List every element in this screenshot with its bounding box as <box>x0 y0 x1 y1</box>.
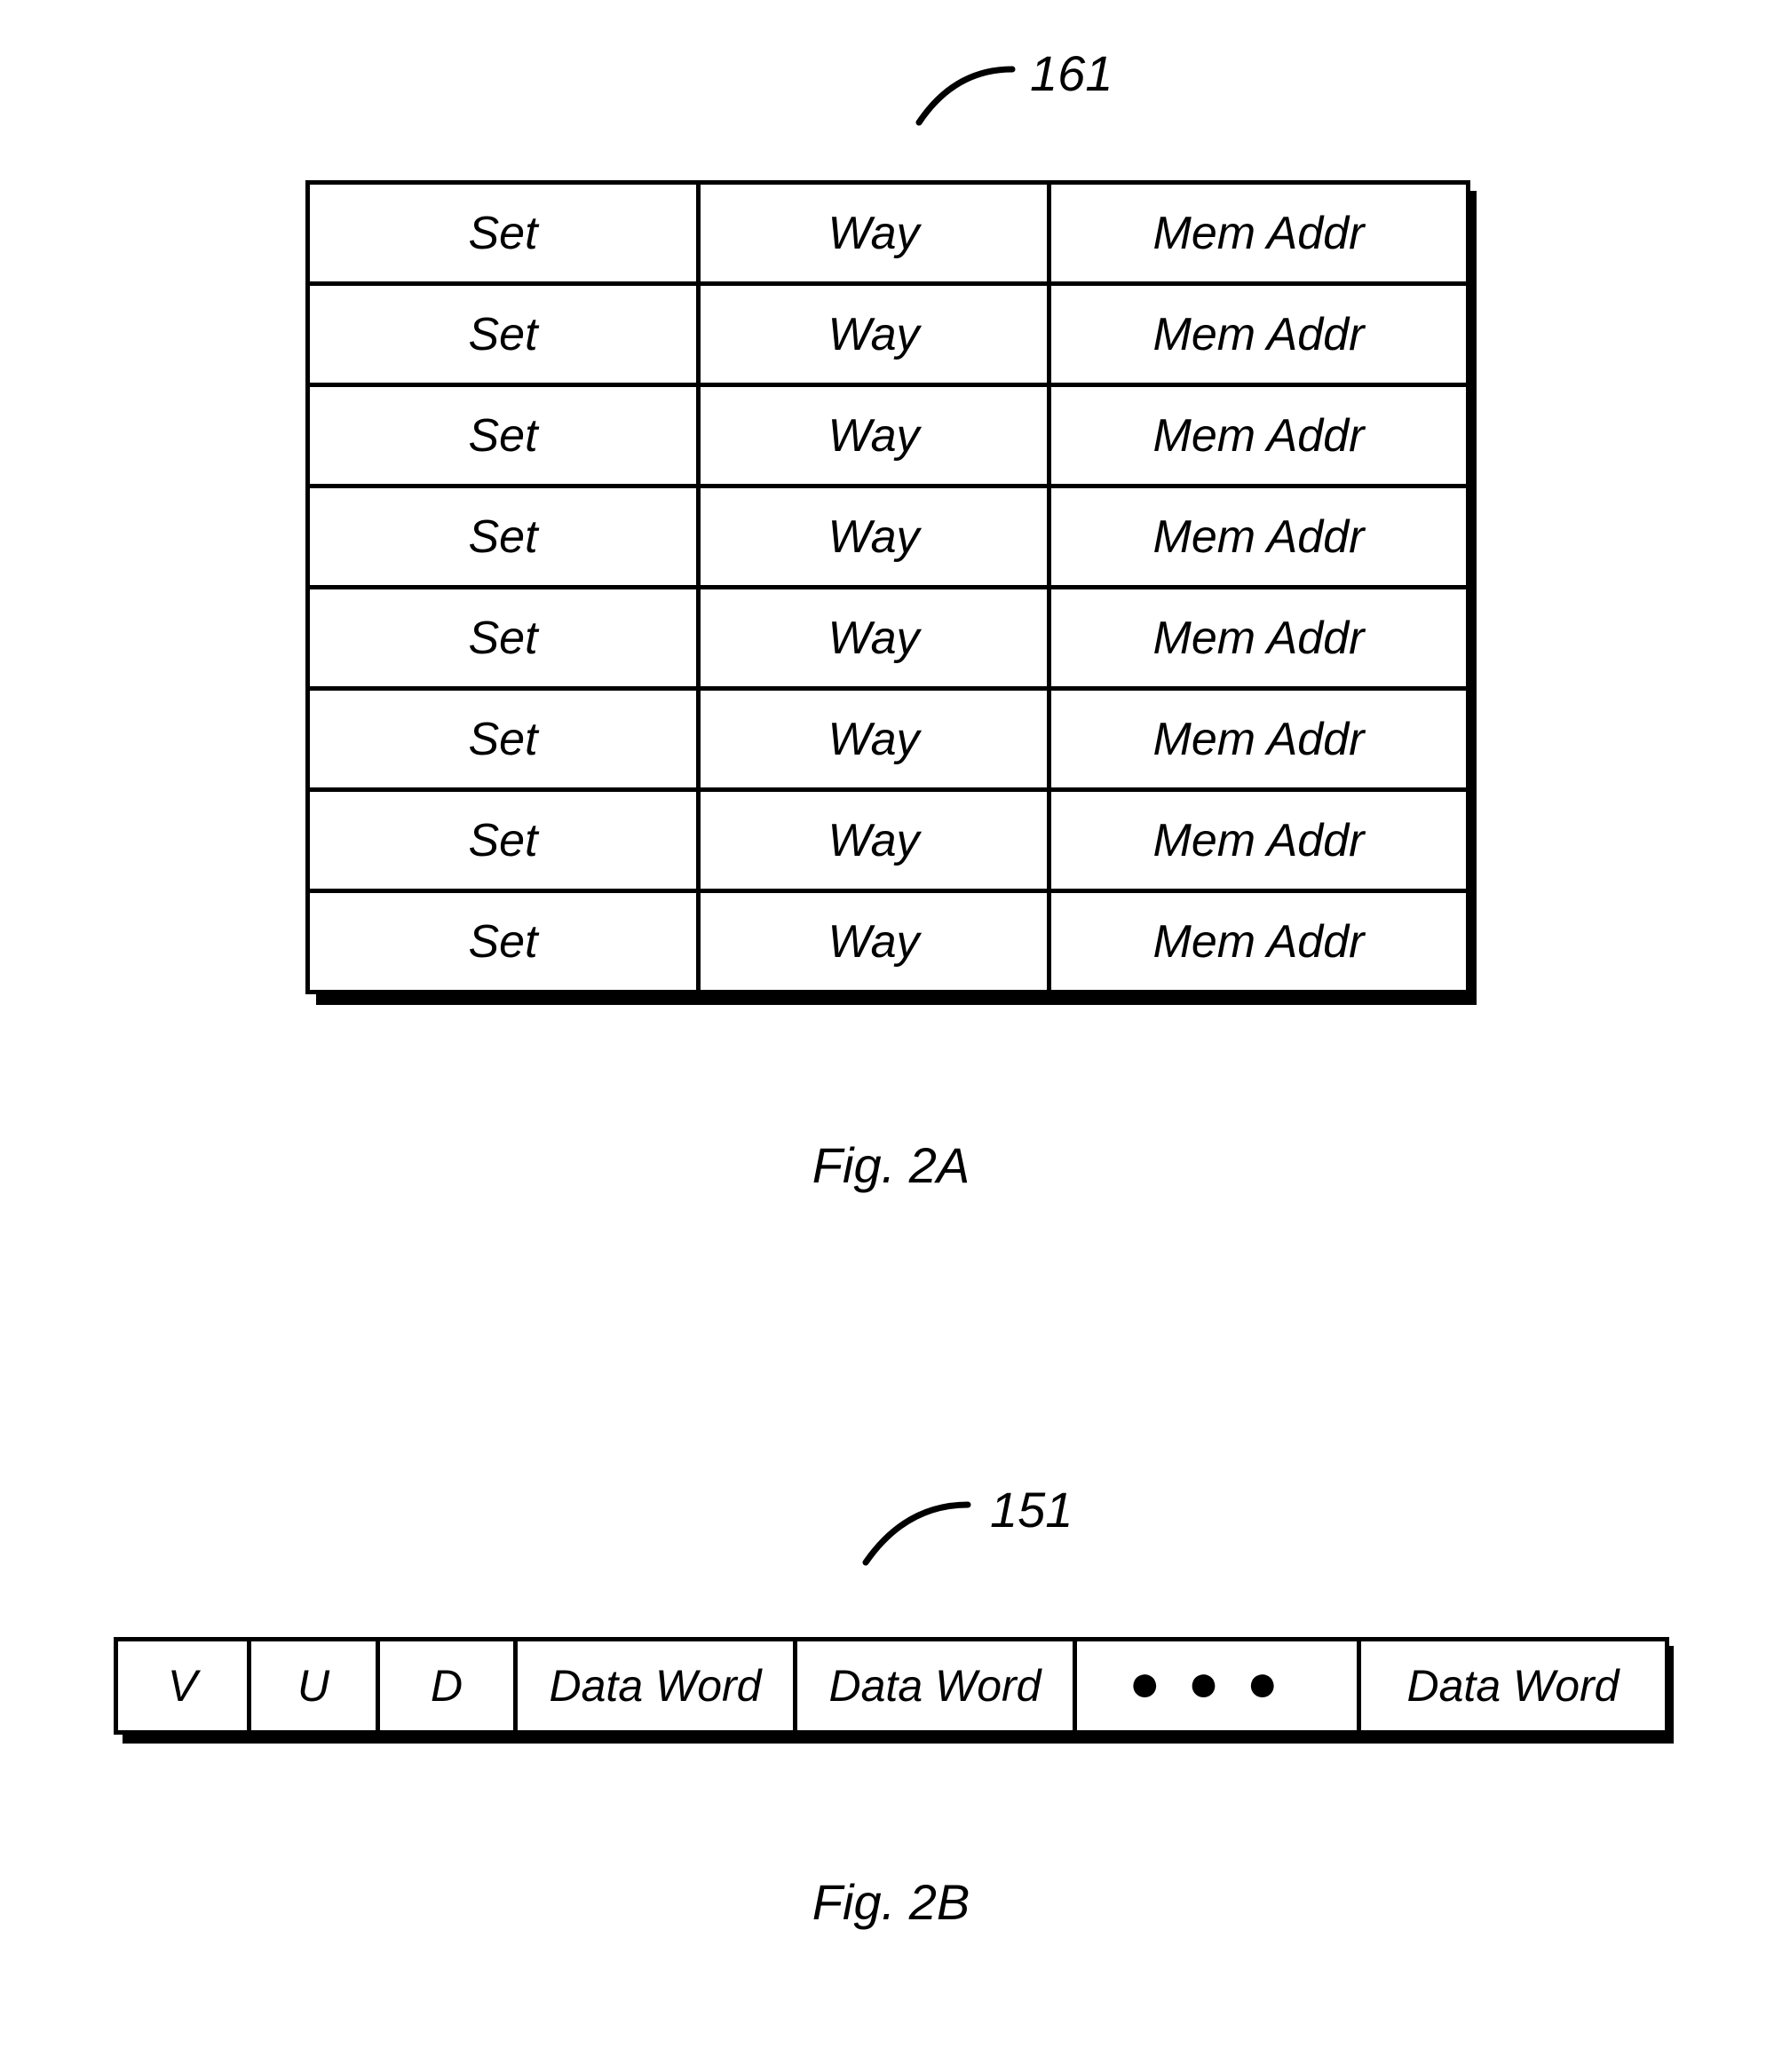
cell-set: Set <box>308 284 699 385</box>
cell-data-word: Data Word <box>796 1640 1075 1733</box>
table-row: Set Way Mem Addr <box>308 790 1469 891</box>
fig2a-table-wrap: Set Way Mem Addr Set Way Mem Addr Set Wa… <box>305 180 1466 994</box>
cell-data-word: Data Word <box>1359 1640 1667 1733</box>
cell-way: Way <box>699 385 1049 486</box>
page: 161 Set Way Mem Addr Set Way Mem Addr Se… <box>0 0 1782 2072</box>
cell-set: Set <box>308 385 699 486</box>
table-row: Set Way Mem Addr <box>308 183 1469 284</box>
leader-arc-icon <box>852 1483 986 1567</box>
cell-way: Way <box>699 588 1049 689</box>
cell-way: Way <box>699 183 1049 284</box>
leader-arc-icon <box>906 47 1030 127</box>
table-row: Set Way Mem Addr <box>308 284 1469 385</box>
reference-151: 151 <box>852 1483 1119 1571</box>
cell-u-bit: U <box>249 1640 378 1733</box>
reference-161: 161 <box>906 47 1172 136</box>
fig2a-caption: Fig. 2A <box>0 1136 1782 1194</box>
cell-addr: Mem Addr <box>1049 486 1469 588</box>
cell-addr: Mem Addr <box>1049 891 1469 993</box>
cell-data-word: Data Word <box>516 1640 796 1733</box>
cell-addr: Mem Addr <box>1049 284 1469 385</box>
table-row: Set Way Mem Addr <box>308 486 1469 588</box>
cell-set: Set <box>308 689 699 790</box>
cell-addr: Mem Addr <box>1049 588 1469 689</box>
cell-ellipsis: ●●● <box>1075 1640 1359 1733</box>
cell-v-bit: V <box>116 1640 249 1733</box>
cell-way: Way <box>699 689 1049 790</box>
reference-161-label: 161 <box>1030 44 1113 102</box>
fig2a-table: Set Way Mem Addr Set Way Mem Addr Set Wa… <box>305 180 1470 994</box>
table-row: Set Way Mem Addr <box>308 385 1469 486</box>
fig2b-caption: Fig. 2B <box>0 1873 1782 1931</box>
cell-set: Set <box>308 183 699 284</box>
table-row: Set Way Mem Addr <box>308 689 1469 790</box>
fig2b-strip-wrap: V U D Data Word Data Word ●●● Data Word <box>114 1637 1665 1735</box>
cell-addr: Mem Addr <box>1049 183 1469 284</box>
ellipsis-icon: ●●● <box>1129 1653 1305 1712</box>
cell-set: Set <box>308 790 699 891</box>
cell-addr: Mem Addr <box>1049 790 1469 891</box>
reference-151-label: 151 <box>990 1481 1073 1538</box>
cell-addr: Mem Addr <box>1049 689 1469 790</box>
cell-set: Set <box>308 486 699 588</box>
cell-set: Set <box>308 891 699 993</box>
table-row: Set Way Mem Addr <box>308 588 1469 689</box>
cell-way: Way <box>699 284 1049 385</box>
cell-set: Set <box>308 588 699 689</box>
fig2b-strip: V U D Data Word Data Word ●●● Data Word <box>114 1637 1669 1735</box>
cell-addr: Mem Addr <box>1049 385 1469 486</box>
cell-d-bit: D <box>378 1640 516 1733</box>
cell-way: Way <box>699 486 1049 588</box>
cell-way: Way <box>699 891 1049 993</box>
table-row: V U D Data Word Data Word ●●● Data Word <box>116 1640 1667 1733</box>
cell-way: Way <box>699 790 1049 891</box>
table-row: Set Way Mem Addr <box>308 891 1469 993</box>
